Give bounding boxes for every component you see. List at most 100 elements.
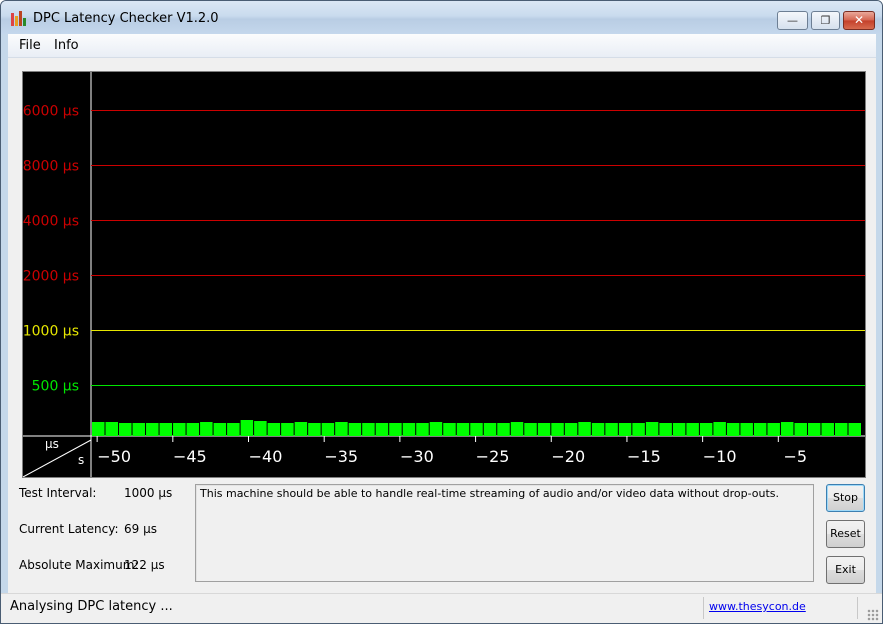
latency-bar [146,423,159,436]
latency-bar [699,423,713,436]
test-interval-label: Test Interval: [19,486,97,500]
latency-bar [659,423,672,436]
thesycon-link[interactable]: www.thesycon.de [709,600,806,613]
latency-bar [348,423,362,436]
close-button[interactable]: ✕ [843,11,875,30]
latency-bar [713,422,726,436]
latency-bar [794,423,807,436]
x-tick-label: −50 [97,447,131,466]
latency-bar [564,423,578,436]
y-unit-label: µs [45,437,59,451]
latency-chart-svg: µs s 16000 µs 8000 µs 4000 µs 2000 µs 1000 µs 5… [23,72,865,477]
latency-bar [618,423,632,436]
latency-bar [753,423,767,436]
current-latency-label: Current Latency: [19,522,119,536]
latency-bar [672,423,686,436]
latency-bar [497,423,510,436]
latency-bar [416,423,429,436]
x-tick-label: −40 [249,447,283,466]
x-tick-label: −45 [173,447,207,466]
x-tick-label: −35 [324,447,358,466]
latency-bar [105,422,119,436]
level-label: 4000 µs [23,214,79,230]
resize-grip[interactable] [867,609,879,621]
latency-bar [335,422,348,436]
latency-bar [389,423,402,436]
status-bar: Analysing DPC latency ... www.thesycon.d… [1,593,882,623]
latency-bar [429,422,443,436]
menu-bar: File Info [8,34,876,58]
exit-button[interactable]: Exit [826,556,865,584]
latency-bar [402,423,416,436]
latency-bar [321,423,335,436]
x-unit-label: s [78,453,84,467]
latency-bar [267,423,281,436]
latency-bar [254,421,267,436]
maximize-button[interactable]: ❐ [811,11,840,30]
latency-bar [510,422,524,436]
latency-bar [186,423,200,436]
client-area: µs s 16000 µs 8000 µs 4000 µs 2000 µs 1000 µs 5… [8,58,876,593]
latency-bar [578,422,591,436]
status-message-box: This machine should be able to handle re… [195,484,814,582]
menu-info[interactable]: Info [54,38,79,53]
latency-bar [294,422,308,436]
x-tick-label: −10 [703,447,737,466]
latency-bar [848,423,861,436]
minimize-button[interactable]: — [777,11,808,30]
latency-bar [119,423,132,436]
latency-bar [686,423,699,436]
x-tick-label: −20 [551,447,585,466]
test-interval-value: 1000 µs [124,486,173,500]
latency-bar [92,422,105,436]
close-icon: ✕ [853,13,865,27]
status-text: Analysing DPC latency ... [10,599,173,614]
title-bar[interactable]: DPC Latency Checker V1.2.0 — ❐ ✕ [1,1,882,34]
latency-bar [200,422,213,436]
x-tick-label: −15 [627,447,661,466]
current-latency-value: 69 µs [124,522,157,536]
status-message: This machine should be able to handle re… [200,487,779,500]
latency-bar [605,423,618,436]
latency-bar [173,423,186,436]
latency-bar [807,423,821,436]
latency-bar [375,423,389,436]
latency-bar [821,423,834,436]
x-tick-label: −30 [400,447,434,466]
latency-bar [780,422,794,436]
latency-bar [767,423,780,436]
level-label: 8000 µs [23,159,79,175]
reset-button[interactable]: Reset [826,520,865,548]
latency-bar [551,423,564,436]
level-label: 500 µs [32,379,79,395]
status-separator [703,597,704,619]
app-bar-chart-icon [11,11,27,26]
latency-bar [632,423,645,436]
latency-bar [483,423,497,436]
latency-bar [159,423,173,436]
latency-bar [645,422,659,436]
stop-button[interactable]: Stop [826,484,865,512]
level-label: 1000 µs [23,324,79,340]
latency-bar [470,423,483,436]
window-title: DPC Latency Checker V1.2.0 [33,11,219,26]
latency-bar [834,423,848,436]
latency-bar [443,423,456,436]
latency-bar [456,423,470,436]
maximize-icon: ❐ [820,14,831,27]
latency-bar [537,423,551,436]
x-tick-label: −25 [476,447,510,466]
latency-bar [132,423,146,436]
latency-bar [740,423,753,436]
latency-graph: µs s 16000 µs 8000 µs 4000 µs 2000 µs 1000 µs 5… [22,71,866,478]
app-window: DPC Latency Checker V1.2.0 — ❐ ✕ File In… [0,0,883,624]
latency-bar [524,423,537,436]
x-tick-label: −5 [784,447,808,466]
latency-bar [281,423,294,436]
minimize-icon: — [787,14,798,27]
latency-bar [240,420,254,436]
latency-bar [362,423,375,436]
level-label: 2000 µs [23,269,79,285]
menu-file[interactable]: File [19,38,41,53]
absolute-maximum-value: 122 µs [124,558,165,572]
